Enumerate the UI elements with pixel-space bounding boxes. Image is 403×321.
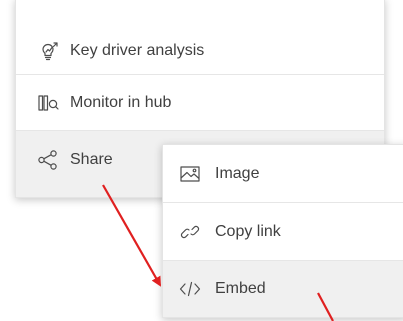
submenu-item-copy-link[interactable]: Copy link — [163, 203, 403, 260]
menu-item-key-driver-analysis[interactable]: Key driver analysis — [16, 26, 384, 75]
code-icon — [179, 278, 201, 300]
monitor-hub-icon — [37, 92, 59, 114]
share-submenu: Image Copy link Embed — [162, 144, 403, 318]
submenu-item-label: Image — [215, 164, 260, 182]
menu-item-monitor-in-hub[interactable]: Monitor in hub — [16, 75, 384, 131]
share-icon — [37, 149, 59, 171]
submenu-item-label: Copy link — [215, 222, 281, 240]
menu-item-label: Key driver analysis — [70, 41, 205, 59]
submenu-item-image[interactable]: Image — [163, 145, 403, 202]
image-icon — [179, 163, 201, 185]
submenu-item-label: Embed — [215, 280, 266, 297]
annotation-arrow-to-embed — [102, 184, 161, 287]
menu-item-label: Monitor in hub — [70, 94, 172, 111]
submenu-item-embed[interactable]: Embed — [163, 261, 403, 317]
menu-item-label: Share — [70, 151, 113, 168]
lightbulb-icon — [37, 40, 59, 62]
link-icon — [179, 221, 201, 243]
